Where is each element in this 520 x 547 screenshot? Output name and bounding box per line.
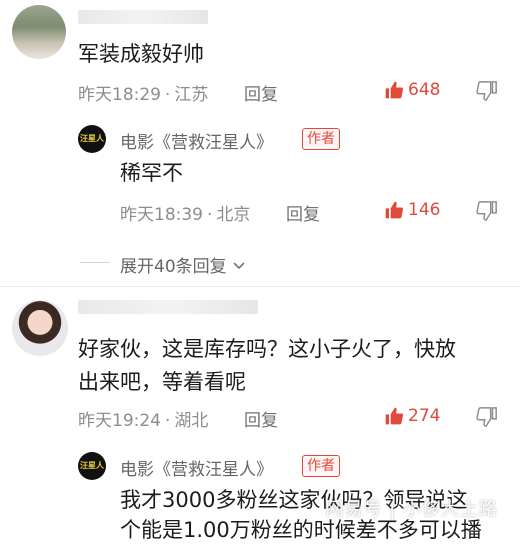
expand-replies-label: 展开40条回复: [120, 257, 227, 277]
like-count: 274: [408, 406, 441, 426]
comment-divider: [0, 286, 520, 287]
expand-replies-button[interactable]: 展开40条回复: [120, 252, 247, 277]
reply-author-name[interactable]: 电影《营救汪星人》: [120, 128, 273, 153]
author-avatar[interactable]: 汪星人: [78, 125, 106, 153]
dislike-button[interactable]: [476, 406, 498, 432]
thumbs-up-icon: [385, 201, 404, 219]
comment-location: 江苏: [174, 85, 209, 105]
dislike-button[interactable]: [476, 80, 498, 106]
comment-text: 军装成毅好帅: [78, 42, 204, 66]
comment-text-line2: 出来吧，等着看呢: [78, 370, 246, 394]
dislike-button[interactable]: [476, 200, 498, 226]
thumbs-down-icon: [476, 407, 497, 427]
thumbs-down-icon: [476, 201, 497, 221]
reply-time: 昨天18:39: [120, 205, 203, 225]
meta-separator: ·: [207, 205, 213, 225]
comment-meta: 昨天19:24 · 湖北: [78, 406, 208, 431]
reply-button[interactable]: 回复: [244, 80, 278, 105]
meta-separator: ·: [165, 411, 171, 431]
reply-meta: 昨天18:39 · 北京: [120, 200, 250, 225]
watermark: 网易号 | 小侈大土路: [325, 499, 498, 520]
like-button[interactable]: 648: [384, 80, 440, 100]
commenter-avatar[interactable]: [12, 300, 68, 356]
thumbs-down-icon: [476, 81, 497, 101]
comment-location: 湖北: [174, 411, 209, 431]
meta-separator: ·: [165, 85, 171, 105]
chevron-down-icon: [233, 261, 245, 269]
commenter-username-blurred[interactable]: [78, 10, 208, 24]
like-button[interactable]: 274: [384, 406, 440, 426]
author-avatar[interactable]: 汪星人: [78, 452, 106, 480]
commenter-avatar[interactable]: [12, 5, 66, 59]
reply-author-name[interactable]: 电影《营救汪星人》: [120, 455, 273, 480]
reply-text: 稀罕不: [120, 161, 183, 185]
author-badge: 作者: [302, 128, 340, 150]
reply-button[interactable]: 回复: [244, 406, 278, 431]
comment-time: 昨天19:24: [78, 411, 161, 431]
expand-divider: [80, 262, 110, 263]
comment-time: 昨天18:29: [78, 85, 161, 105]
comment-meta: 昨天18:29 · 江苏: [78, 80, 208, 105]
like-button[interactable]: 146: [384, 200, 440, 220]
reply-location: 北京: [216, 205, 251, 225]
like-count: 648: [408, 80, 441, 100]
author-badge: 作者: [302, 455, 340, 477]
reply-button[interactable]: 回复: [286, 200, 320, 225]
thumbs-up-icon: [385, 407, 404, 425]
like-count: 146: [408, 200, 441, 220]
commenter-username-blurred[interactable]: [78, 300, 258, 314]
thumbs-up-icon: [385, 81, 404, 99]
comment-text-line1: 好家伙，这是库存吗？这小子火了，快放: [78, 337, 456, 361]
